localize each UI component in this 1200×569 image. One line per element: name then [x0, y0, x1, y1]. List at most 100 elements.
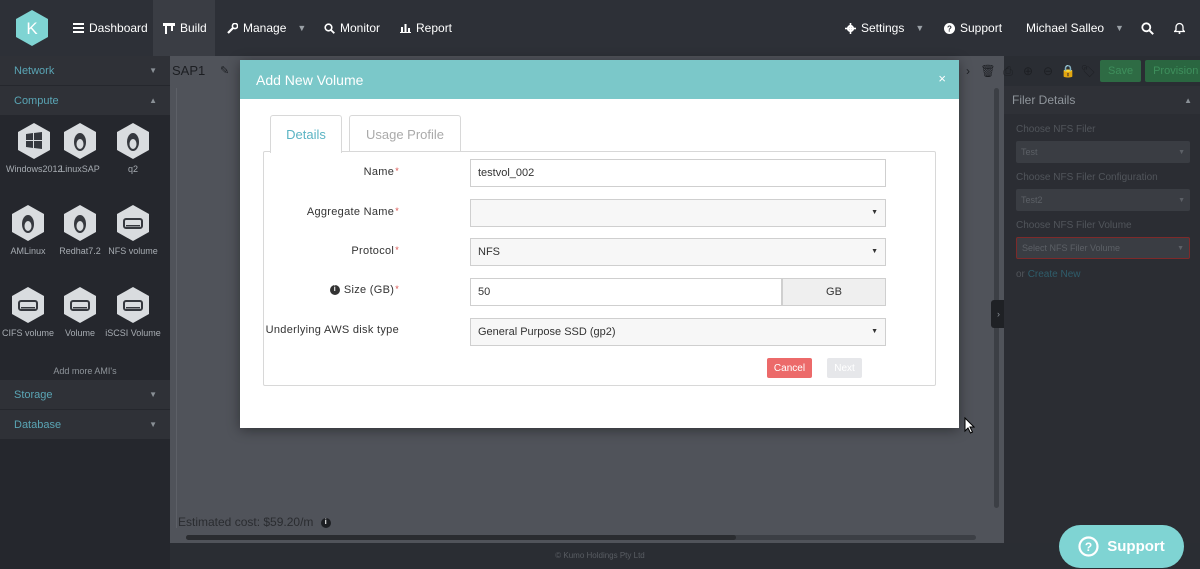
save-button[interactable]: Save — [1100, 60, 1142, 82]
ami-redhat72[interactable]: Redhat7.2 — [52, 204, 108, 258]
choose-volume-select[interactable]: Select NFS Filer Volume ▼ — [1016, 237, 1190, 259]
name-input[interactable]: testvol_002 — [470, 159, 886, 187]
menu-icon — [73, 23, 84, 33]
add-more-amis-link[interactable]: Add more AMI's — [0, 366, 170, 376]
disk-type-label-text: Underlying AWS disk type — [265, 324, 399, 336]
horizontal-scrollbar[interactable] — [186, 535, 976, 540]
ami-volume[interactable]: Volume — [52, 286, 108, 340]
nav-dashboard[interactable]: Dashboard — [73, 0, 148, 56]
ami-label: AMLinux — [10, 246, 46, 256]
print-icon[interactable]: ⎙ — [1000, 63, 1016, 79]
svg-text:?: ? — [1085, 540, 1092, 554]
required-mark: * — [395, 284, 399, 294]
scrollbar-thumb[interactable] — [186, 535, 736, 540]
nav-build-label: Build — [180, 21, 207, 35]
aggregate-name-label: Aggregate Name* — [307, 206, 399, 218]
ami-iscsi-volume[interactable]: iSCSI Volume — [105, 286, 161, 340]
volume-form: Name* testvol_002 Aggregate Name* ▼ Prot… — [263, 151, 936, 386]
modal-header: Add New Volume × — [240, 60, 959, 99]
chevron-down-icon: ▼ — [1177, 244, 1184, 252]
search-icon — [1141, 21, 1154, 35]
nav-support[interactable]: ? Support — [944, 0, 1002, 56]
create-prefix: or — [1016, 269, 1025, 280]
sidebar-section-label: Network — [14, 64, 55, 77]
zoom-in-icon[interactable]: ⊕ — [1020, 63, 1036, 79]
info-icon[interactable]: i — [320, 517, 331, 528]
nav-manage[interactable]: Manage ▼ — [227, 0, 306, 56]
linux-icon — [117, 123, 149, 159]
sidebar-section-compute[interactable]: Compute ▲ — [0, 86, 170, 115]
filer-details-title: Filer Details — [1012, 93, 1076, 107]
protocol-select[interactable]: NFS ▼ — [470, 238, 886, 266]
ami-label: LinuxSAP — [60, 164, 100, 174]
chevron-down-icon: ▼ — [149, 66, 157, 75]
search-icon — [324, 22, 335, 34]
sidebar-section-label: Storage — [14, 388, 53, 401]
trash-icon[interactable]: 🗑 — [980, 63, 996, 79]
linux-icon — [64, 205, 96, 241]
nav-report[interactable]: Report — [400, 0, 452, 56]
chevron-down-icon: ▼ — [1178, 196, 1185, 204]
bar-chart-icon — [400, 24, 411, 33]
ami-cifs-volume[interactable]: CIFS volume — [0, 286, 56, 340]
bell-icon — [1174, 22, 1185, 34]
tab-usage-profile[interactable]: Usage Profile — [349, 115, 461, 152]
create-new-row: or Create New — [1016, 269, 1081, 280]
disk-type-label: Underlying AWS disk type — [266, 324, 399, 336]
info-icon[interactable]: i — [329, 285, 340, 296]
ami-q2[interactable]: q2 — [105, 122, 161, 176]
size-label-text: Size (GB) — [343, 284, 395, 296]
ami-label: q2 — [127, 164, 138, 174]
disk-type-select[interactable]: General Purpose SSD (gp2) ▼ — [470, 318, 886, 346]
nav-monitor[interactable]: Monitor — [324, 0, 380, 56]
chevron-right-icon[interactable]: › — [960, 63, 976, 79]
sidebar-section-storage[interactable]: Storage ▼ — [0, 380, 170, 409]
choose-config-select[interactable]: Test2 ▼ — [1016, 189, 1190, 211]
vertical-scrollbar[interactable] — [994, 88, 999, 508]
ami-nfs-volume[interactable]: NFS volume — [105, 204, 161, 258]
estimated-cost: Estimated cost: $59.20/m i — [178, 515, 335, 529]
filer-details-header[interactable]: Filer Details ▲ — [1004, 86, 1200, 114]
disk-icon — [117, 205, 149, 241]
provision-button[interactable]: Provision — [1145, 60, 1200, 82]
pencil-icon[interactable]: ✎ — [220, 64, 229, 77]
choose-filer-select[interactable]: Test ▼ — [1016, 141, 1190, 163]
zoom-out-icon[interactable]: ⊖ — [1040, 63, 1056, 79]
name-input-value: testvol_002 — [478, 167, 535, 179]
nav-settings[interactable]: Settings ▼ — [845, 0, 924, 56]
create-new-link[interactable]: Create New — [1028, 269, 1081, 280]
required-mark: * — [395, 206, 399, 216]
cancel-button[interactable]: Cancel — [767, 358, 812, 378]
lock-icon[interactable]: 🔒 — [1060, 63, 1076, 79]
canvas-title[interactable]: SAP1 — [172, 63, 205, 78]
name-label-text: Name — [363, 166, 395, 178]
nav-search[interactable] — [1141, 0, 1154, 56]
nav-user-menu[interactable]: Michael Salleo ▼ — [1026, 0, 1124, 56]
aggregate-name-select[interactable]: ▼ — [470, 199, 886, 227]
ami-linuxsap[interactable]: LinuxSAP — [52, 122, 108, 176]
nav-report-label: Report — [416, 21, 453, 35]
sidebar-section-database[interactable]: Database ▼ — [0, 410, 170, 439]
tab-details[interactable]: Details — [270, 115, 342, 153]
aggregate-label-text: Aggregate Name — [306, 206, 395, 218]
chevron-down-icon: ▼ — [1115, 23, 1124, 33]
protocol-label: Protocol* — [351, 245, 399, 257]
nav-notifications[interactable] — [1174, 0, 1185, 56]
chevron-up-icon: ▲ — [1184, 95, 1192, 105]
ami-label: NFS volume — [108, 246, 158, 256]
next-button[interactable]: Next — [827, 358, 862, 378]
ami-amlinux[interactable]: AMLinux — [0, 204, 56, 258]
sidebar-section-network[interactable]: Network ▼ — [0, 56, 170, 85]
logo-icon[interactable]: K — [15, 9, 49, 47]
add-volume-modal: Add New Volume × Details Usage Profile N… — [240, 60, 959, 428]
footer-copyright: © Kumo Holdings Pty Ltd — [555, 551, 645, 560]
support-chat-button[interactable]: ? Support — [1059, 525, 1184, 568]
mouse-cursor-icon — [964, 417, 975, 434]
nav-build[interactable]: Build — [153, 0, 215, 56]
size-input[interactable]: 50 — [470, 278, 782, 306]
tag-icon[interactable]: 🏷 — [1080, 63, 1096, 79]
chevron-down-icon: ▼ — [149, 390, 157, 399]
disk-icon — [64, 287, 96, 323]
close-icon[interactable]: × — [938, 71, 946, 86]
svg-text:K: K — [26, 19, 38, 38]
